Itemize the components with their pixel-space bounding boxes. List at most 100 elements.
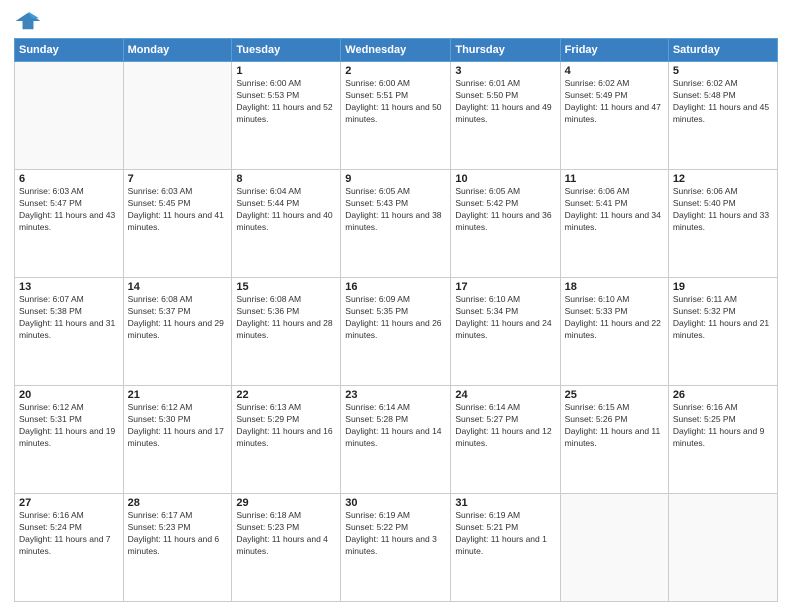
calendar-cell: 2Sunrise: 6:00 AMSunset: 5:51 PMDaylight… <box>341 62 451 170</box>
day-info: Sunrise: 6:19 AMSunset: 5:21 PMDaylight:… <box>455 510 555 558</box>
calendar-cell: 11Sunrise: 6:06 AMSunset: 5:41 PMDayligh… <box>560 170 668 278</box>
calendar-cell: 25Sunrise: 6:15 AMSunset: 5:26 PMDayligh… <box>560 386 668 494</box>
calendar-week-2: 6Sunrise: 6:03 AMSunset: 5:47 PMDaylight… <box>15 170 778 278</box>
day-number: 2 <box>345 65 446 77</box>
day-number: 28 <box>128 497 228 509</box>
day-info: Sunrise: 6:12 AMSunset: 5:31 PMDaylight:… <box>19 402 119 450</box>
calendar-week-3: 13Sunrise: 6:07 AMSunset: 5:38 PMDayligh… <box>15 278 778 386</box>
day-number: 26 <box>673 389 773 401</box>
calendar-cell: 23Sunrise: 6:14 AMSunset: 5:28 PMDayligh… <box>341 386 451 494</box>
day-info: Sunrise: 6:16 AMSunset: 5:25 PMDaylight:… <box>673 402 773 450</box>
weekday-header-saturday: Saturday <box>668 39 777 62</box>
day-number: 4 <box>565 65 664 77</box>
weekday-header-wednesday: Wednesday <box>341 39 451 62</box>
weekday-header-monday: Monday <box>123 39 232 62</box>
day-number: 19 <box>673 281 773 293</box>
day-info: Sunrise: 6:06 AMSunset: 5:41 PMDaylight:… <box>565 186 664 234</box>
day-info: Sunrise: 6:10 AMSunset: 5:33 PMDaylight:… <box>565 294 664 342</box>
day-number: 21 <box>128 389 228 401</box>
calendar-cell: 30Sunrise: 6:19 AMSunset: 5:22 PMDayligh… <box>341 494 451 602</box>
day-number: 10 <box>455 173 555 185</box>
day-info: Sunrise: 6:08 AMSunset: 5:37 PMDaylight:… <box>128 294 228 342</box>
weekday-header-friday: Friday <box>560 39 668 62</box>
day-number: 13 <box>19 281 119 293</box>
day-info: Sunrise: 6:09 AMSunset: 5:35 PMDaylight:… <box>345 294 446 342</box>
calendar-week-1: 1Sunrise: 6:00 AMSunset: 5:53 PMDaylight… <box>15 62 778 170</box>
day-info: Sunrise: 6:16 AMSunset: 5:24 PMDaylight:… <box>19 510 119 558</box>
calendar-cell <box>560 494 668 602</box>
calendar-cell: 21Sunrise: 6:12 AMSunset: 5:30 PMDayligh… <box>123 386 232 494</box>
calendar-cell: 20Sunrise: 6:12 AMSunset: 5:31 PMDayligh… <box>15 386 124 494</box>
weekday-header-tuesday: Tuesday <box>232 39 341 62</box>
calendar-cell: 17Sunrise: 6:10 AMSunset: 5:34 PMDayligh… <box>451 278 560 386</box>
calendar-cell: 13Sunrise: 6:07 AMSunset: 5:38 PMDayligh… <box>15 278 124 386</box>
day-number: 20 <box>19 389 119 401</box>
calendar-cell: 14Sunrise: 6:08 AMSunset: 5:37 PMDayligh… <box>123 278 232 386</box>
day-info: Sunrise: 6:12 AMSunset: 5:30 PMDaylight:… <box>128 402 228 450</box>
day-number: 25 <box>565 389 664 401</box>
calendar-cell: 12Sunrise: 6:06 AMSunset: 5:40 PMDayligh… <box>668 170 777 278</box>
logo <box>14 10 46 32</box>
calendar-cell: 28Sunrise: 6:17 AMSunset: 5:23 PMDayligh… <box>123 494 232 602</box>
day-info: Sunrise: 6:17 AMSunset: 5:23 PMDaylight:… <box>128 510 228 558</box>
day-number: 27 <box>19 497 119 509</box>
day-info: Sunrise: 6:14 AMSunset: 5:28 PMDaylight:… <box>345 402 446 450</box>
calendar-cell: 6Sunrise: 6:03 AMSunset: 5:47 PMDaylight… <box>15 170 124 278</box>
day-info: Sunrise: 6:00 AMSunset: 5:51 PMDaylight:… <box>345 78 446 126</box>
calendar-cell: 7Sunrise: 6:03 AMSunset: 5:45 PMDaylight… <box>123 170 232 278</box>
day-number: 6 <box>19 173 119 185</box>
calendar-cell <box>668 494 777 602</box>
day-info: Sunrise: 6:04 AMSunset: 5:44 PMDaylight:… <box>236 186 336 234</box>
calendar-cell: 31Sunrise: 6:19 AMSunset: 5:21 PMDayligh… <box>451 494 560 602</box>
day-number: 12 <box>673 173 773 185</box>
weekday-header-sunday: Sunday <box>15 39 124 62</box>
calendar-cell <box>15 62 124 170</box>
day-number: 24 <box>455 389 555 401</box>
header <box>14 10 778 32</box>
calendar-cell: 16Sunrise: 6:09 AMSunset: 5:35 PMDayligh… <box>341 278 451 386</box>
day-number: 5 <box>673 65 773 77</box>
day-info: Sunrise: 6:05 AMSunset: 5:43 PMDaylight:… <box>345 186 446 234</box>
day-info: Sunrise: 6:08 AMSunset: 5:36 PMDaylight:… <box>236 294 336 342</box>
calendar-cell: 18Sunrise: 6:10 AMSunset: 5:33 PMDayligh… <box>560 278 668 386</box>
calendar-cell: 4Sunrise: 6:02 AMSunset: 5:49 PMDaylight… <box>560 62 668 170</box>
day-info: Sunrise: 6:07 AMSunset: 5:38 PMDaylight:… <box>19 294 119 342</box>
day-number: 16 <box>345 281 446 293</box>
day-number: 23 <box>345 389 446 401</box>
calendar-cell: 9Sunrise: 6:05 AMSunset: 5:43 PMDaylight… <box>341 170 451 278</box>
weekday-header-thursday: Thursday <box>451 39 560 62</box>
day-info: Sunrise: 6:13 AMSunset: 5:29 PMDaylight:… <box>236 402 336 450</box>
calendar-cell: 15Sunrise: 6:08 AMSunset: 5:36 PMDayligh… <box>232 278 341 386</box>
day-number: 14 <box>128 281 228 293</box>
day-number: 11 <box>565 173 664 185</box>
calendar-cell: 24Sunrise: 6:14 AMSunset: 5:27 PMDayligh… <box>451 386 560 494</box>
day-info: Sunrise: 6:05 AMSunset: 5:42 PMDaylight:… <box>455 186 555 234</box>
day-info: Sunrise: 6:00 AMSunset: 5:53 PMDaylight:… <box>236 78 336 126</box>
weekday-header-row: SundayMondayTuesdayWednesdayThursdayFrid… <box>15 39 778 62</box>
day-info: Sunrise: 6:03 AMSunset: 5:45 PMDaylight:… <box>128 186 228 234</box>
calendar-cell: 10Sunrise: 6:05 AMSunset: 5:42 PMDayligh… <box>451 170 560 278</box>
calendar-cell <box>123 62 232 170</box>
calendar-cell: 5Sunrise: 6:02 AMSunset: 5:48 PMDaylight… <box>668 62 777 170</box>
day-number: 15 <box>236 281 336 293</box>
calendar-cell: 22Sunrise: 6:13 AMSunset: 5:29 PMDayligh… <box>232 386 341 494</box>
day-info: Sunrise: 6:10 AMSunset: 5:34 PMDaylight:… <box>455 294 555 342</box>
day-number: 3 <box>455 65 555 77</box>
day-number: 7 <box>128 173 228 185</box>
day-info: Sunrise: 6:02 AMSunset: 5:49 PMDaylight:… <box>565 78 664 126</box>
day-info: Sunrise: 6:18 AMSunset: 5:23 PMDaylight:… <box>236 510 336 558</box>
calendar-cell: 26Sunrise: 6:16 AMSunset: 5:25 PMDayligh… <box>668 386 777 494</box>
calendar-week-4: 20Sunrise: 6:12 AMSunset: 5:31 PMDayligh… <box>15 386 778 494</box>
calendar-cell: 3Sunrise: 6:01 AMSunset: 5:50 PMDaylight… <box>451 62 560 170</box>
day-number: 22 <box>236 389 336 401</box>
day-number: 17 <box>455 281 555 293</box>
day-info: Sunrise: 6:02 AMSunset: 5:48 PMDaylight:… <box>673 78 773 126</box>
day-number: 31 <box>455 497 555 509</box>
calendar-cell: 19Sunrise: 6:11 AMSunset: 5:32 PMDayligh… <box>668 278 777 386</box>
day-number: 9 <box>345 173 446 185</box>
calendar-cell: 29Sunrise: 6:18 AMSunset: 5:23 PMDayligh… <box>232 494 341 602</box>
day-info: Sunrise: 6:03 AMSunset: 5:47 PMDaylight:… <box>19 186 119 234</box>
calendar-week-5: 27Sunrise: 6:16 AMSunset: 5:24 PMDayligh… <box>15 494 778 602</box>
calendar-cell: 27Sunrise: 6:16 AMSunset: 5:24 PMDayligh… <box>15 494 124 602</box>
day-info: Sunrise: 6:14 AMSunset: 5:27 PMDaylight:… <box>455 402 555 450</box>
